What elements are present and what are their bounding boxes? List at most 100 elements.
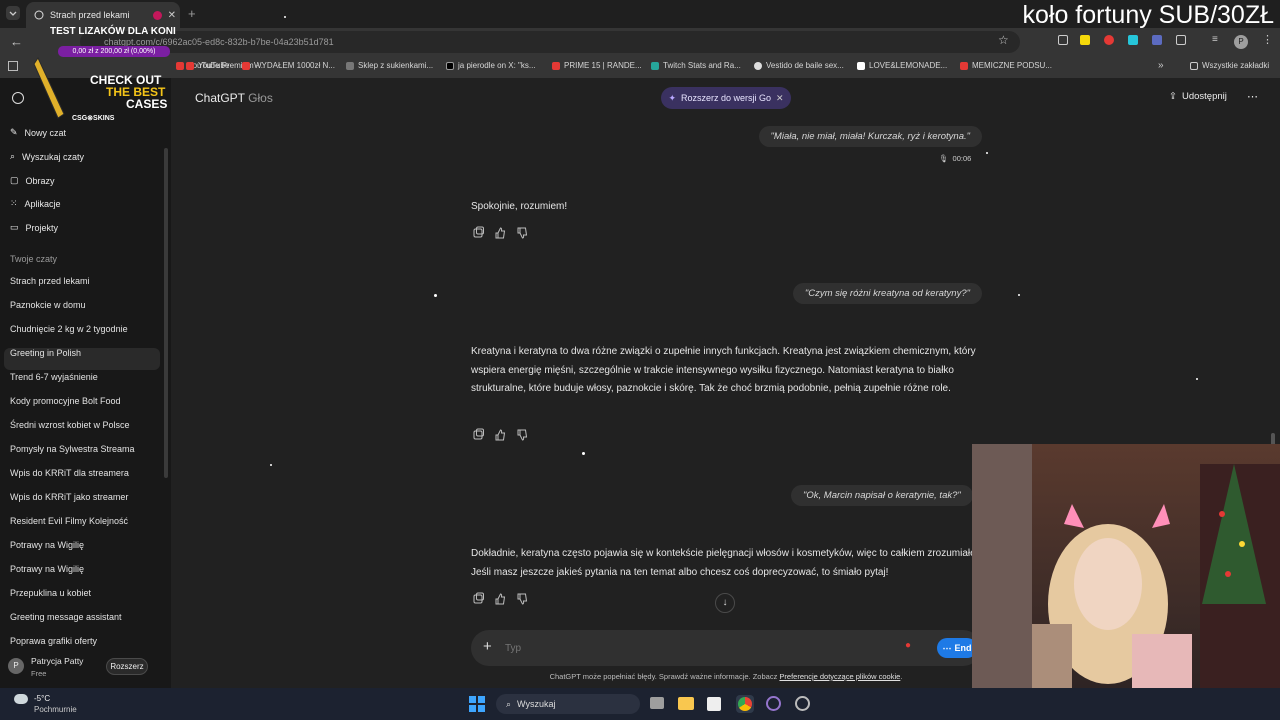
chat-item[interactable]: Chudnięcie 2 kg w 2 tygodnie — [10, 324, 128, 334]
copy-icon[interactable] — [471, 226, 485, 240]
scroll-down-button[interactable]: ↓ — [715, 593, 735, 613]
chat-item[interactable]: Przepuklina u kobiet — [10, 588, 91, 598]
close-tab-icon[interactable]: ✕ — [168, 10, 176, 21]
url-field[interactable]: chatgpt.com/c/6962ac05-ed8c-832b-b7be-04… — [80, 31, 1020, 53]
microphone-muted-icon[interactable]: ● — [905, 640, 911, 651]
cookie-preferences-link[interactable]: Preferencje dotyczące plików cookie — [779, 672, 900, 681]
bookmark-item[interactable]: Vestido de baile sex... — [754, 61, 844, 70]
upgrade-pill-label: Rozszerz do wersji Go — [680, 93, 772, 103]
bookmark-item[interactable]: LOVE&LEMONADE... — [857, 61, 947, 70]
page-title[interactable]: ChatGPT Głos — [195, 91, 273, 105]
thumbs-up-icon[interactable] — [493, 592, 507, 606]
profile-avatar[interactable]: P — [1234, 35, 1248, 49]
chat-item[interactable]: Greeting message assistant — [10, 612, 122, 622]
chrome-taskbar-button[interactable] — [736, 695, 754, 713]
bookmark-item[interactable]: WYDAŁEM 1000zł N... — [242, 61, 335, 70]
message-actions — [471, 592, 529, 606]
user-name[interactable]: Patrycja Patty — [31, 656, 83, 666]
upgrade-button[interactable]: Rozszerz — [106, 658, 148, 675]
tab-list-button[interactable] — [6, 6, 20, 20]
back-icon[interactable]: ← — [10, 34, 23, 49]
sparkle-decoration — [582, 452, 585, 455]
media-icon[interactable]: ≡ — [1212, 34, 1218, 45]
sidebar-apps[interactable]: ⁙ Aplikacje — [10, 198, 61, 209]
chrome-icon — [738, 697, 752, 711]
chat-item[interactable]: Poprawa grafiki oferty — [10, 636, 97, 646]
new-tab-button[interactable]: + — [188, 6, 196, 21]
app-icon[interactable] — [795, 696, 810, 711]
chat-item[interactable]: Trend 6-7 wyjaśnienie — [10, 372, 98, 382]
share-icon: ⇪ — [1169, 91, 1177, 102]
chat-item[interactable]: Wpis do KRRiT dla streamera — [10, 468, 129, 478]
thumbs-down-icon[interactable] — [515, 592, 529, 606]
sidebar-new-chat[interactable]: ✎ Nowy czat — [10, 127, 66, 138]
message-input[interactable] — [505, 639, 865, 657]
store-icon[interactable] — [707, 697, 721, 711]
message-actions — [471, 428, 529, 442]
extension-icon[interactable] — [1128, 35, 1138, 45]
extension-icon[interactable] — [1080, 35, 1090, 45]
add-attachment-icon[interactable]: + — [483, 638, 492, 655]
taskbar-search[interactable]: ⌕ Wyszukaj — [496, 694, 640, 714]
sparkle-decoration — [1018, 294, 1020, 296]
end-label: End — [954, 643, 972, 653]
browser-menu-icon[interactable]: ⋮ — [1262, 33, 1273, 46]
shop-icon — [346, 61, 354, 70]
upgrade-pill[interactable]: ✦ Rozszerz do wersji Go ✕ — [661, 87, 791, 109]
obs-icon[interactable] — [766, 696, 781, 711]
bookmark-item[interactable]: YouTube — [186, 61, 229, 70]
more-bookmarks-icon[interactable]: » — [1158, 60, 1164, 71]
chat-item[interactable]: Greeting in Polish — [10, 348, 81, 358]
chat-item[interactable]: Potrawy na Wigilię — [10, 564, 84, 574]
extension-icon[interactable] — [1152, 35, 1162, 45]
copy-icon[interactable] — [471, 592, 485, 606]
tab-title: Strach przed lekami — [50, 10, 130, 20]
bookmark-item[interactable]: MEMICZNE PODSU... — [960, 61, 1052, 70]
chat-item[interactable]: Resident Evil Filmy Kolejność — [10, 516, 128, 526]
image-icon: ▢ — [10, 175, 19, 185]
windows-start-icon[interactable] — [469, 696, 485, 712]
thumbs-up-icon[interactable] — [493, 226, 507, 240]
bookmark-item[interactable]: Sklep z sukienkami... — [346, 61, 433, 70]
task-view-icon[interactable] — [650, 697, 664, 709]
model-name: ChatGPT — [195, 91, 245, 105]
bookmark-item[interactable]: Twitch Stats and Ra... — [651, 61, 741, 70]
avatar[interactable]: P — [8, 658, 24, 674]
sidebar-scrollbar[interactable] — [164, 148, 168, 478]
puzzle-icon[interactable] — [1176, 35, 1186, 45]
chat-item[interactable]: Średni wzrost kobiet w Polsce — [10, 420, 130, 430]
file-explorer-icon[interactable] — [678, 697, 694, 710]
weather-temp[interactable]: -5°C — [34, 694, 50, 703]
thumbs-down-icon[interactable] — [515, 226, 529, 240]
thumbs-up-icon[interactable] — [493, 428, 507, 442]
extension-icon[interactable] — [1058, 35, 1068, 45]
webcam-feed — [972, 444, 1280, 688]
copy-icon[interactable] — [471, 428, 485, 442]
sparkle-decoration — [986, 152, 988, 154]
sidebar-projects[interactable]: ▭ Projekty — [10, 222, 58, 233]
chat-item[interactable]: Potrawy na Wigilię — [10, 540, 84, 550]
end-voice-button[interactable]: ⋯ End — [937, 638, 977, 658]
chat-item[interactable]: Pomysły na Sylwestra Streama — [10, 444, 135, 454]
chat-item[interactable]: Wpis do KRRiT jako streamer — [10, 492, 128, 502]
thumbs-down-icon[interactable] — [515, 428, 529, 442]
tab-active[interactable]: Strach przed lekami ✕ — [26, 2, 180, 28]
chat-item[interactable]: Kody promocyjne Bolt Food — [10, 396, 121, 406]
chat-item[interactable]: Strach przed lekami — [10, 276, 90, 286]
user-plan: Free — [31, 669, 47, 678]
sidebar-images[interactable]: ▢ Obrazy — [10, 175, 55, 186]
extension-icon[interactable] — [1104, 35, 1114, 45]
bookmark-item[interactable]: PRIME 15 | RANDE... — [552, 61, 642, 70]
chatgpt-logo-icon[interactable] — [12, 92, 24, 104]
bookmark-item[interactable]: ja pierodle on X: "ks... — [446, 61, 536, 70]
all-bookmarks-button[interactable]: Wszystkie zakładki — [1190, 61, 1269, 70]
close-icon[interactable]: ✕ — [776, 93, 784, 104]
voice-duration[interactable]: 🎙 00:06 — [939, 154, 971, 163]
share-button[interactable]: ⇪ Udostępnij — [1169, 91, 1227, 102]
apps-grid-icon[interactable] — [8, 61, 18, 71]
disclaimer-period: . — [900, 672, 903, 681]
sidebar-search-chats[interactable]: ⌕ Wyszukaj czaty — [10, 151, 84, 162]
bookmark-star-icon[interactable]: ☆ — [998, 33, 1009, 47]
chat-item[interactable]: Paznokcie w domu — [10, 300, 86, 310]
more-options-icon[interactable]: ⋯ — [1247, 90, 1258, 103]
